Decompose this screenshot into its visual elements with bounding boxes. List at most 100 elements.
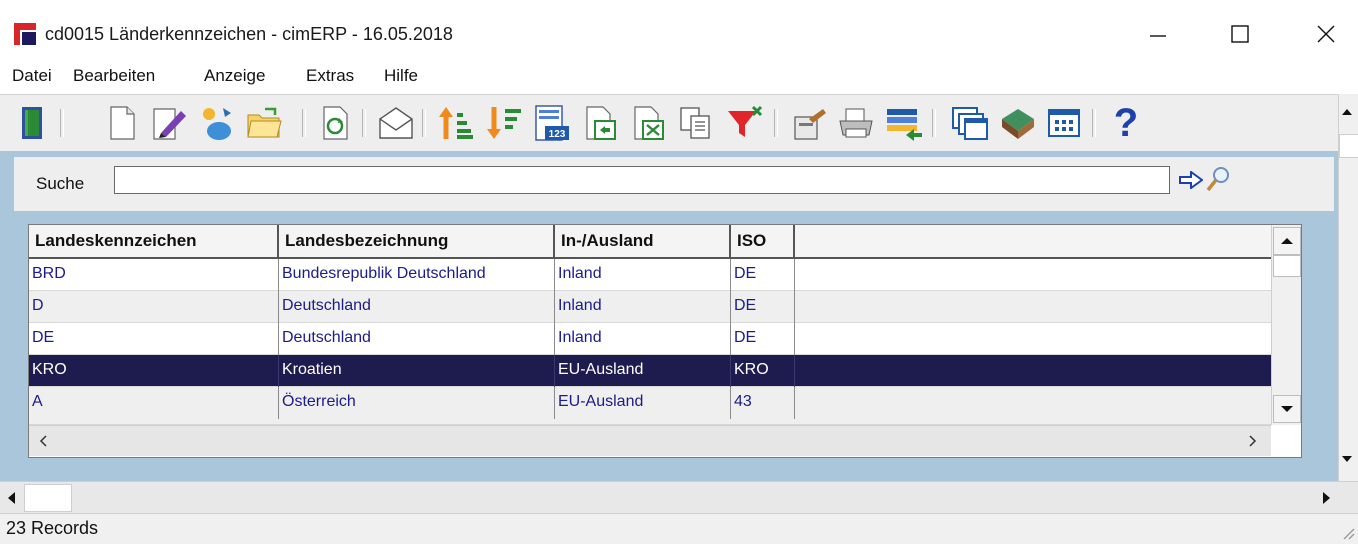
filter-button[interactable] (724, 103, 764, 143)
table-row-selected[interactable]: KRO Kroatien EU-Ausland KRO (29, 355, 1271, 387)
export-button[interactable] (582, 103, 622, 143)
menu-extras[interactable]: Extras (306, 66, 354, 86)
column-header-iso[interactable]: ISO (731, 225, 795, 259)
excel-export-button[interactable] (630, 103, 670, 143)
copy-pages-button[interactable] (676, 103, 716, 143)
column-header-landesbezeichnung[interactable]: Landesbezeichnung (279, 225, 555, 259)
status-bar (0, 513, 1358, 544)
table-123-icon: 123 (535, 105, 569, 141)
print-button[interactable] (836, 103, 876, 143)
cell-landesbezeichnung: Kroatien (279, 355, 555, 387)
open-folder-icon (247, 107, 282, 138)
arrow-left-icon (8, 492, 15, 504)
window-scroll-up-button[interactable] (1335, 96, 1358, 128)
maximize-icon (1231, 25, 1249, 43)
window-scroll-right-button[interactable] (1316, 486, 1336, 510)
table-row[interactable]: D Deutschland Inland DE (29, 291, 1271, 323)
refresh-button[interactable] (316, 103, 356, 143)
excel-export-icon (634, 106, 664, 140)
grid-scroll-right-button[interactable] (1241, 429, 1265, 453)
edit-button[interactable] (150, 103, 190, 143)
window-hscroll-thumb[interactable] (24, 484, 72, 512)
search-label: Suche (36, 174, 85, 193)
grid-vertical-scrollbar[interactable] (1271, 225, 1301, 425)
help-button[interactable]: ? (1106, 103, 1146, 143)
arrow-down-icon (1342, 456, 1352, 462)
open-folder-button[interactable] (244, 103, 284, 143)
new-document-icon (110, 106, 135, 140)
windows-button[interactable] (950, 103, 990, 143)
window-vertical-scrollbar[interactable] (1338, 94, 1358, 481)
grid-horizontal-scrollbar[interactable] (29, 425, 1271, 456)
minimize-button[interactable] (1128, 12, 1188, 56)
column-header-landeskennzeichen[interactable]: Landeskennzeichen (29, 225, 279, 259)
cell-landesbezeichnung: Bundesrepublik Deutschland (279, 259, 555, 291)
book-button[interactable] (998, 103, 1038, 143)
properties-button[interactable] (790, 103, 830, 143)
data-grid: Landeskennzeichen Landesbezeichnung In-/… (28, 224, 1302, 458)
menu-bearbeiten[interactable]: Bearbeiten (73, 66, 155, 86)
sort-descending-button[interactable] (484, 103, 524, 143)
search-go-button[interactable] (1178, 166, 1204, 194)
menu-hilfe[interactable]: Hilfe (384, 66, 418, 86)
cell-in-ausland: EU-Ausland (555, 355, 731, 387)
resize-grip-icon[interactable] (1340, 525, 1356, 541)
properties-icon (794, 109, 826, 140)
print-icon (839, 108, 873, 138)
menu-anzeige[interactable]: Anzeige (204, 66, 265, 86)
windows-icon (952, 107, 988, 140)
arrow-right-small-icon (1323, 492, 1330, 504)
search-find-button[interactable] (1204, 164, 1232, 194)
cell-landeskennzeichen: A (29, 387, 279, 419)
menu-datei[interactable]: Datei (12, 66, 52, 86)
search-input[interactable] (114, 166, 1170, 194)
table-row[interactable]: DE Deutschland Inland DE (29, 323, 1271, 355)
grid-scroll-down-button[interactable] (1273, 395, 1301, 423)
copy-record-icon (203, 108, 231, 140)
table-row[interactable]: A Österreich EU-Ausland 43 (29, 387, 1271, 425)
grid-scroll-left-button[interactable] (31, 429, 55, 453)
window-scroll-left-button[interactable] (2, 486, 22, 510)
column-header-empty (795, 225, 1271, 259)
menu-bar: Datei Bearbeiten Anzeige Extras Hilfe (0, 60, 1358, 93)
svg-text:123: 123 (549, 129, 566, 140)
table-row[interactable]: BRD Bundesrepublik Deutschland Inland DE (29, 259, 1271, 291)
close-button[interactable] (1296, 12, 1356, 56)
grid-scroll-thumb[interactable] (1273, 255, 1301, 277)
window-title: cd0015 Länderkennzeichen - cimERP - 16.0… (45, 24, 453, 44)
table-123-button[interactable]: 123 (532, 103, 572, 143)
copy-record-button[interactable] (196, 103, 236, 143)
copy-pages-icon (680, 107, 710, 139)
new-button[interactable] (102, 103, 142, 143)
chevron-left-icon (39, 435, 47, 447)
cell-landeskennzeichen: BRD (29, 259, 279, 291)
sort-ascending-button[interactable] (436, 103, 476, 143)
cell-landeskennzeichen: D (29, 291, 279, 323)
cell-landesbezeichnung: Österreich (279, 387, 555, 419)
toolbar: 123 ? (0, 94, 1338, 152)
window-scroll-down-button[interactable] (1335, 444, 1358, 474)
app-logo-icon (14, 23, 36, 45)
import-icon (887, 109, 922, 141)
exit-button[interactable] (12, 103, 52, 143)
column-header-in-ausland[interactable]: In-/Ausland (555, 225, 731, 259)
cell-in-ausland: Inland (555, 291, 731, 323)
mail-button[interactable] (376, 103, 416, 143)
window-horizontal-scrollbar[interactable] (0, 481, 1358, 514)
grid-scroll-up-button[interactable] (1273, 227, 1301, 255)
chevron-right-icon (1249, 435, 1257, 447)
grid-view-icon (1048, 109, 1080, 137)
refresh-icon (323, 106, 348, 140)
arrow-right-icon (1179, 171, 1203, 189)
window-scroll-thumb[interactable] (1339, 134, 1358, 158)
maximize-button[interactable] (1210, 12, 1270, 56)
book-icon (1002, 109, 1034, 139)
sort-descending-icon (487, 107, 521, 139)
cell-iso: DE (731, 259, 795, 291)
export-icon (586, 106, 616, 140)
grid-view-button[interactable] (1044, 103, 1084, 143)
cell-iso: DE (731, 291, 795, 323)
import-button[interactable] (884, 103, 924, 143)
cell-in-ausland: Inland (555, 259, 731, 291)
filter-icon (728, 105, 763, 137)
